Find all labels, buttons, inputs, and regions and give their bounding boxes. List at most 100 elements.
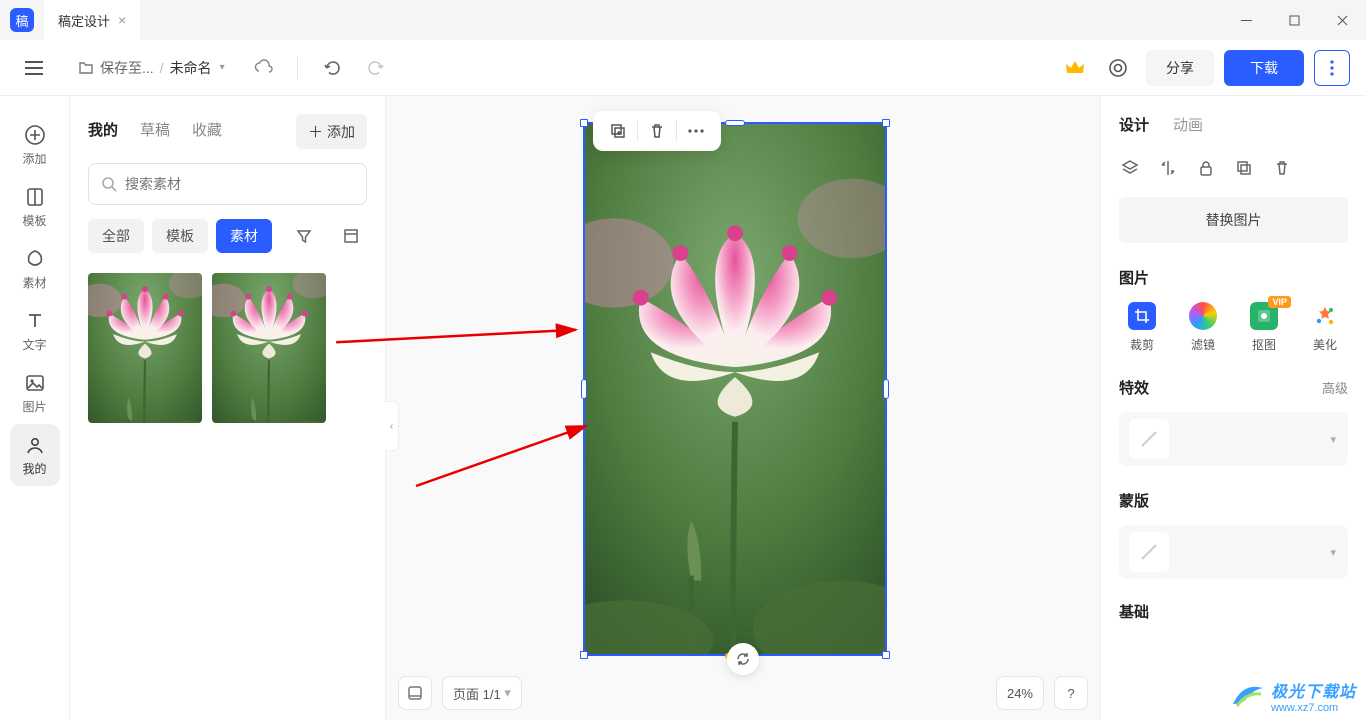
close-window-button[interactable] [1318, 0, 1366, 40]
duplicate-button[interactable] [599, 112, 637, 150]
section-mask-title: 蒙版 [1119, 490, 1348, 511]
object-toolbar [593, 111, 721, 151]
image-tools-row: 裁剪 滤镜 VIP 抠图 美化 [1119, 302, 1348, 353]
tool-crop[interactable]: 裁剪 [1119, 302, 1165, 353]
nav-templates[interactable]: 模板 [10, 176, 60, 238]
copy-icon[interactable] [1233, 157, 1255, 179]
redo-button[interactable] [358, 50, 394, 86]
page-indicator[interactable]: 页面 1/1 ▾ [442, 676, 522, 710]
collapse-panel-button[interactable]: ‹ [385, 401, 399, 451]
chevron-down-icon[interactable]: ▾ [220, 62, 225, 73]
design-icon-row [1119, 157, 1348, 179]
crown-icon[interactable] [1060, 53, 1090, 83]
document-tab-title: 稿定设计 [58, 11, 110, 30]
chevron-down-icon: ▾ [1330, 546, 1336, 559]
main-area: 添加 模板 素材 文字 图片 我的 我的 草稿 收藏 [0, 96, 1366, 720]
asset-thumb-2[interactable] [212, 273, 326, 423]
tab-favorites[interactable]: 收藏 [192, 119, 222, 144]
folder-icon [78, 60, 94, 76]
chip-materials[interactable]: 素材 [216, 219, 272, 253]
filter-row: 全部 模板 素材 [88, 219, 367, 253]
filter-icon[interactable] [288, 220, 320, 252]
asset-thumb-1[interactable] [88, 273, 202, 423]
tab-animation[interactable]: 动画 [1173, 114, 1203, 139]
nav-materials[interactable]: 素材 [10, 238, 60, 300]
download-button[interactable]: 下载 [1224, 50, 1304, 86]
resize-handle-bl[interactable] [580, 651, 588, 659]
cloud-sync-icon[interactable] [245, 50, 281, 86]
flip-icon[interactable] [1157, 157, 1179, 179]
resize-handle-left[interactable] [581, 379, 587, 399]
text-icon [23, 309, 47, 333]
maximize-button[interactable] [1270, 0, 1318, 40]
effects-advanced[interactable]: 高级 [1322, 378, 1348, 397]
tool-cutout[interactable]: VIP 抠图 [1241, 302, 1287, 353]
breadcrumb: 保存至... / 未命名 ▾ [78, 58, 225, 78]
object-more-button[interactable] [677, 112, 715, 150]
minimize-button[interactable] [1222, 0, 1270, 40]
plus-circle-icon [23, 123, 47, 147]
search-input[interactable] [125, 176, 354, 192]
resize-handle-br[interactable] [882, 651, 890, 659]
search-input-wrapper[interactable] [88, 163, 367, 205]
delete-button[interactable] [638, 112, 676, 150]
effect-none-thumb [1129, 419, 1169, 459]
section-image-title: 图片 [1119, 267, 1348, 288]
resize-handle-top[interactable] [725, 120, 745, 126]
vip-badge: VIP [1268, 296, 1291, 308]
chevron-down-icon: ▾ [1330, 433, 1336, 446]
section-effects-title: 特效 高级 [1119, 377, 1348, 398]
mask-selector[interactable]: ▾ [1119, 525, 1348, 579]
page-list-button[interactable] [398, 676, 432, 710]
more-button[interactable] [1314, 50, 1350, 86]
image-icon [23, 371, 47, 395]
annotation-arrow-2 [406, 416, 606, 496]
replace-image-button[interactable]: 替换图片 [1119, 197, 1348, 243]
tool-beauty[interactable]: 美化 [1302, 302, 1348, 353]
nav-images[interactable]: 图片 [10, 362, 60, 424]
section-basic-title: 基础 [1119, 601, 1348, 622]
tool-filter[interactable]: 滤镜 [1180, 302, 1226, 353]
effects-selector[interactable]: ▾ [1119, 412, 1348, 466]
asset-grid [88, 273, 367, 423]
canvas-selection[interactable] [583, 122, 887, 656]
assets-tabs: 我的 草稿 收藏 [88, 119, 222, 144]
hamburger-menu[interactable] [16, 50, 52, 86]
nav-rail: 添加 模板 素材 文字 图片 我的 [0, 96, 70, 720]
document-tab[interactable]: 稿定设计 × [44, 0, 140, 40]
undo-button[interactable] [314, 50, 350, 86]
layout-icon[interactable] [335, 220, 367, 252]
help-button[interactable]: ? [1054, 676, 1088, 710]
search-icon [101, 176, 117, 192]
window-controls [1222, 0, 1366, 40]
zoom-level[interactable]: 24% [996, 676, 1044, 710]
nav-text[interactable]: 文字 [10, 300, 60, 362]
assets-panel: 我的 草稿 收藏 ＋添加 全部 模板 素材 [70, 96, 386, 720]
document-name[interactable]: 未命名 [170, 58, 212, 78]
refresh-icon[interactable] [727, 643, 759, 675]
titlebar: 稿 稿定设计 × [0, 0, 1366, 40]
chip-all[interactable]: 全部 [88, 219, 144, 253]
layers-icon[interactable] [1119, 157, 1141, 179]
nav-add[interactable]: 添加 [10, 114, 60, 176]
tab-drafts[interactable]: 草稿 [140, 119, 170, 144]
top-toolbar: 保存至... / 未命名 ▾ 分享 下载 [0, 40, 1366, 96]
breadcrumb-save[interactable]: 保存至... [100, 58, 154, 78]
app-icon: 稿 [10, 8, 34, 32]
nav-mine[interactable]: 我的 [10, 424, 60, 486]
record-icon[interactable] [1100, 50, 1136, 86]
close-icon[interactable]: × [118, 12, 126, 28]
resize-handle-right[interactable] [883, 379, 889, 399]
share-button[interactable]: 分享 [1146, 50, 1214, 86]
user-icon [23, 433, 47, 457]
chip-templates[interactable]: 模板 [152, 219, 208, 253]
resize-handle-tl[interactable] [580, 119, 588, 127]
resize-handle-tr[interactable] [882, 119, 890, 127]
canvas-bottom-bar: 页面 1/1 ▾ 24% ? [398, 676, 1088, 710]
tab-mine[interactable]: 我的 [88, 119, 118, 144]
add-asset-button[interactable]: ＋添加 [296, 114, 367, 149]
canvas-area[interactable]: ‹ [386, 96, 1100, 720]
tab-design[interactable]: 设计 [1119, 114, 1149, 139]
lock-icon[interactable] [1195, 157, 1217, 179]
trash-icon[interactable] [1271, 157, 1293, 179]
